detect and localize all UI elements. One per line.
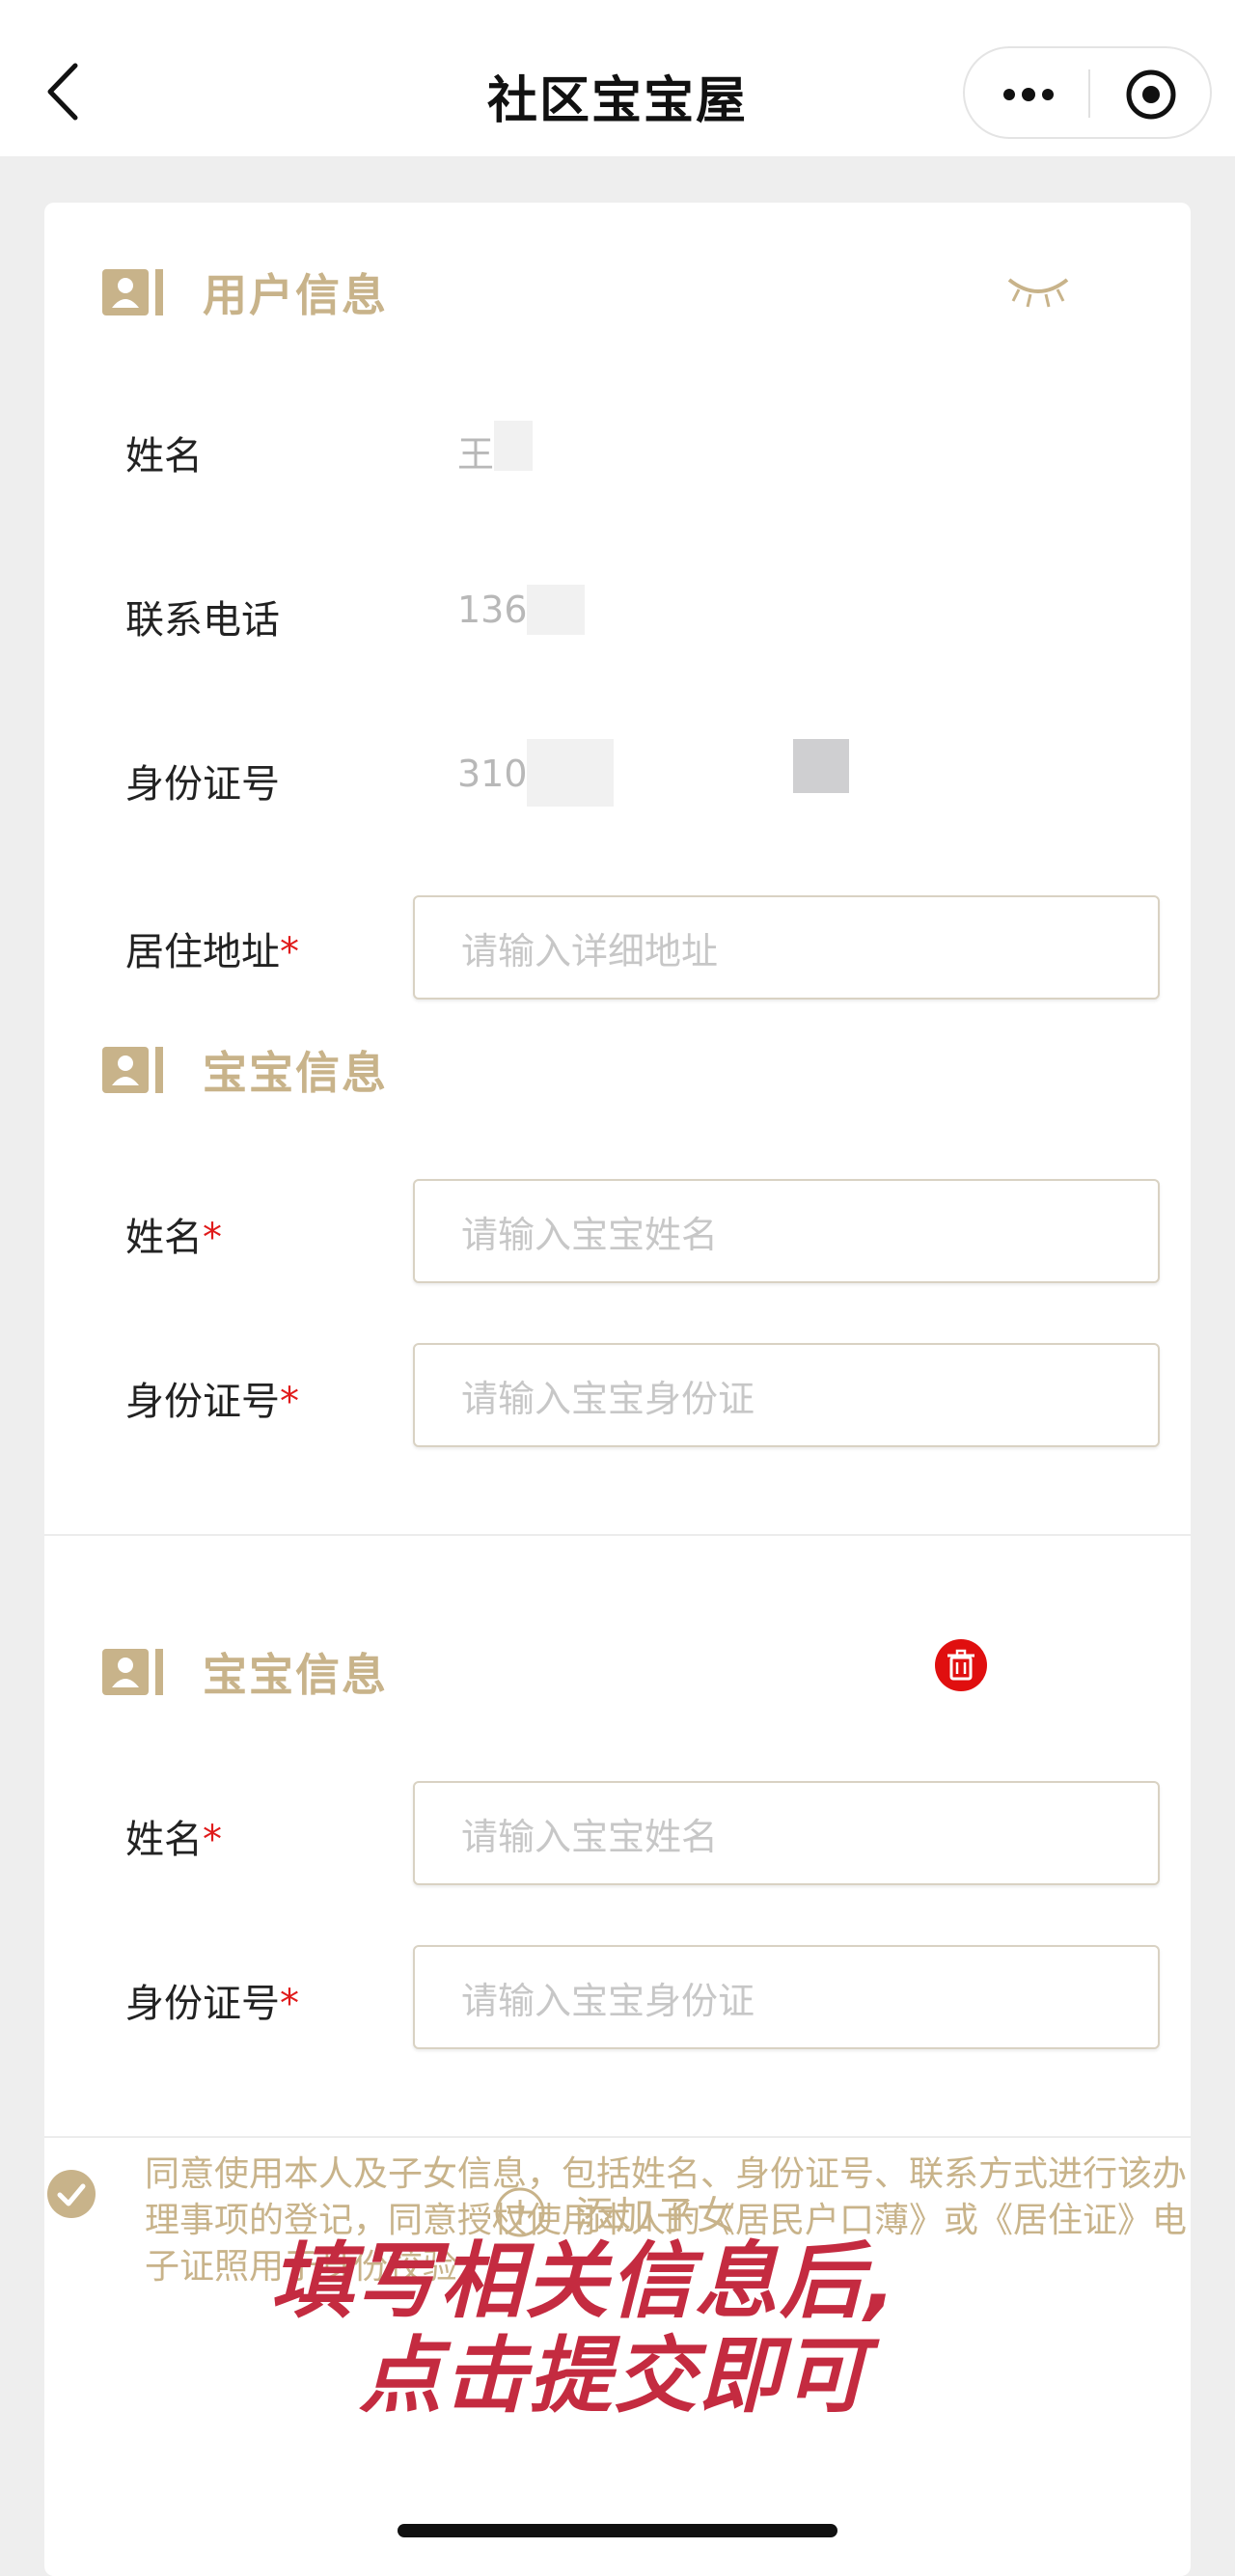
baby-info-header: 宝宝信息	[102, 1638, 388, 1706]
privacy-mask	[527, 585, 585, 635]
baby-info-title: 宝宝信息	[203, 1047, 388, 1099]
address-label: 居住地址*	[125, 930, 299, 974]
id-number-value: 310	[457, 753, 528, 795]
more-dots-icon[interactable]	[1000, 75, 1057, 114]
section-divider	[44, 2136, 1191, 2138]
user-name-label: 姓名	[125, 434, 203, 479]
baby-id-label: 身份证号*	[125, 1982, 299, 2026]
baby-info-header: 宝宝信息	[102, 1036, 388, 1104]
baby-id-placeholder: 请输入宝宝身份证	[461, 1377, 755, 1420]
address-placeholder: 请输入详细地址	[461, 929, 719, 973]
mini-program-capsule	[963, 46, 1212, 139]
id-card-icon	[102, 269, 163, 315]
baby-name-placeholder: 请输入宝宝姓名	[461, 1213, 719, 1256]
user-info-header: 用户信息	[102, 259, 388, 326]
trash-icon[interactable]	[934, 1638, 988, 1692]
phone-value: 136	[457, 589, 528, 631]
overlay-caption: 填写相关信息后, 点击提交即可	[270, 2234, 1042, 2424]
baby-info-title: 宝宝信息	[203, 1649, 388, 1701]
caption-line-2: 点击提交即可	[359, 2328, 868, 2425]
id-number-label: 身份证号	[125, 762, 280, 807]
check-circle-icon[interactable]	[46, 2169, 96, 2219]
home-indicator	[398, 2524, 837, 2537]
baby-name-label: 姓名*	[125, 1818, 222, 1862]
id-card-icon	[102, 1649, 163, 1695]
privacy-mask	[494, 421, 533, 471]
user-info-title: 用户信息	[203, 269, 388, 321]
capsule-divider	[1088, 69, 1090, 118]
caption-line-1: 填写相关信息后,	[270, 2233, 898, 2330]
privacy-mask	[793, 739, 849, 793]
id-card-icon	[102, 1047, 163, 1093]
section-divider	[44, 1534, 1191, 1536]
target-icon[interactable]	[1124, 68, 1178, 122]
address-input[interactable]: 请输入详细地址	[413, 895, 1160, 1000]
baby-name-input[interactable]: 请输入宝宝姓名	[413, 1781, 1160, 1885]
user-name-value: 王	[457, 433, 495, 476]
baby-name-input[interactable]: 请输入宝宝姓名	[413, 1179, 1160, 1283]
baby-name-placeholder: 请输入宝宝姓名	[461, 1815, 719, 1858]
nav-bar: 社区宝宝屋	[0, 0, 1235, 156]
phone-label: 联系电话	[125, 598, 280, 643]
eye-closed-icon[interactable]	[1003, 270, 1073, 313]
baby-id-label: 身份证号*	[125, 1380, 299, 1424]
baby-id-input[interactable]: 请输入宝宝身份证	[413, 1945, 1160, 2049]
baby-id-input[interactable]: 请输入宝宝身份证	[413, 1343, 1160, 1447]
baby-name-label: 姓名*	[125, 1216, 222, 1260]
baby-id-placeholder: 请输入宝宝身份证	[461, 1979, 755, 2022]
privacy-mask	[527, 739, 614, 807]
